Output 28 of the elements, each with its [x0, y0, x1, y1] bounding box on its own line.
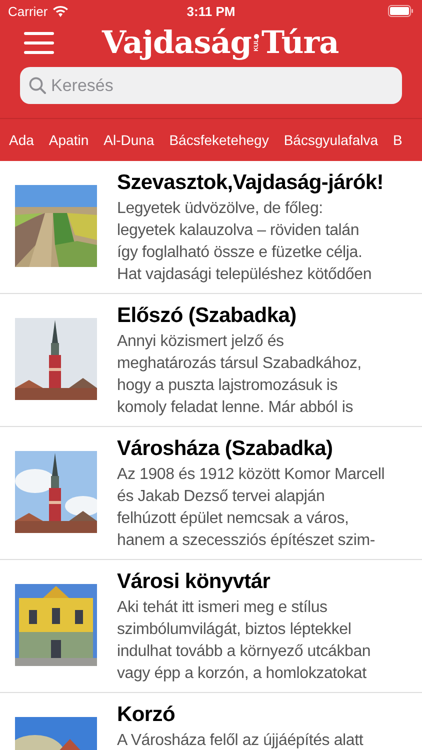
- article-excerpt: Az 1908 és 1912 között Komor Marcell és Jakab Dezső tervei alapján felhúzott épület nemcsak a város, hanem a szecessziós építészet szim-: [117, 465, 385, 551]
- category-tab[interactable]: Bácsfeketehegy: [169, 132, 269, 148]
- article-title: Előszó (Szabadka): [117, 304, 298, 328]
- article-excerpt: Legyetek üdvözölve, de főleg: legyetek kalauzolva – röviden talán így foglalható össze e füzetke célja. Hat vajdasági településhez kötődően: [117, 199, 373, 285]
- article-excerpt: Aki tehát itt ismeri meg e stílus szimbólumvilágát, biztos léptekkel indulhat tovább a környező utcákban vagy épp a korzón, a homlokzatokat: [117, 598, 371, 684]
- category-tab[interactable]: Al-Duna: [104, 132, 154, 148]
- article-title: Városháza (Szabadka): [117, 437, 334, 461]
- menu-button[interactable]: [24, 32, 54, 54]
- article-row[interactable]: Városi könyvtár Aki tehát itt ismeri meg e stílus szimbólumvilágát, biztos léptekkel indulhat tovább a környező utcákban vagy épp a korzón, a homlokzatokat: [0, 560, 422, 693]
- article-title: Korzó: [117, 703, 176, 727]
- category-tab[interactable]: B: [393, 132, 402, 148]
- article-excerpt: Annyi közismert jelző és meghatározás társul Szabadkához, hogy a puszta lajstromozásuk is komoly feladat lenne. Már abból is: [117, 332, 362, 418]
- category-tab[interactable]: Bácsgyulafalva: [284, 132, 378, 148]
- category-tab[interactable]: Apatin: [48, 132, 89, 148]
- article-title: Városi könyvtár: [117, 570, 272, 594]
- wifi-icon: [52, 6, 68, 16]
- article-title: Szevasztok,Vajdaság-járók!: [117, 171, 384, 195]
- battery-icon: [388, 5, 414, 17]
- carrier-label: Carrier: [8, 4, 48, 18]
- article-row[interactable]: Városháza (Szabadka) Az 1908 és 1912 között Komor Marcell és Jakab Dezső tervei alapján felhúzott épület nemcsak a város, hanem a szecessziós építészet szim-: [0, 427, 422, 560]
- menu-icon: [24, 32, 54, 54]
- category-tab[interactable]: Ada: [9, 132, 34, 148]
- search-field[interactable]: Keresés: [20, 67, 402, 104]
- article-excerpt: A Városháza felől az újjáépítés alatt: [117, 731, 364, 750]
- article-row[interactable]: Előszó (Szabadka) Annyi közismert jelző és meghatározás társul Szabadkához, hogy a puszta lajstromozásuk is komoly feladat lenne. Már abból is: [0, 294, 422, 427]
- article-row[interactable]: Szevasztok,Vajdaság-járók! Legyetek üdvözölve, de főleg: legyetek kalauzolva – röviden talán így foglalható össze e füzetke célja. Hat vajdasági településhez kötődően: [0, 161, 422, 294]
- article-row[interactable]: Korzó A Városháza felől az újjáépítés alatt: [0, 693, 422, 750]
- time-label: 3:11 PM: [186, 4, 236, 18]
